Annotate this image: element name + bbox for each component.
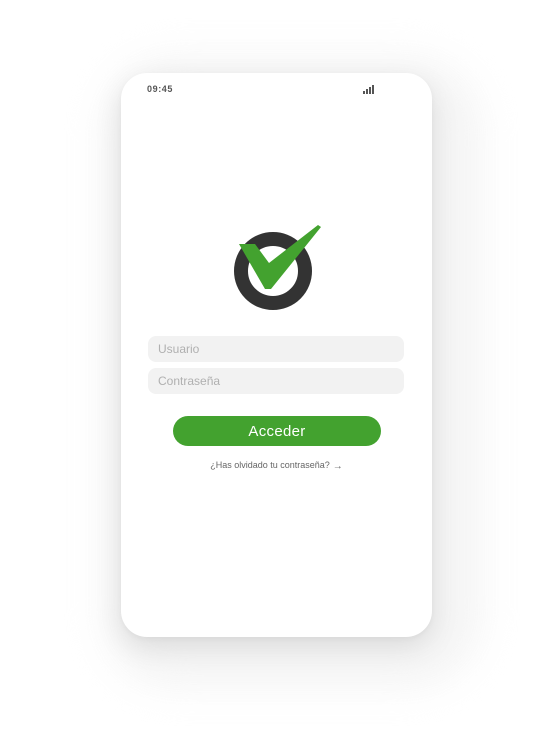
arrow-right-icon: → <box>332 461 343 472</box>
forgot-password-link[interactable]: ¿Has olvidado tu contraseña? → <box>210 460 343 472</box>
username-input[interactable] <box>148 336 404 362</box>
login-button[interactable]: Acceder <box>173 416 381 446</box>
password-input[interactable] <box>148 368 404 394</box>
checkmark-circle-logo <box>234 225 321 310</box>
forgot-password-text: ¿Has olvidado tu contraseña? <box>210 460 330 470</box>
stage: 09:45 Acceder ¿Has olvidado tu contraseñ… <box>0 0 558 733</box>
status-time: 09:45 <box>147 84 174 94</box>
phone-screen: 09:45 Acceder ¿Has olvidado tu contraseñ… <box>121 73 432 637</box>
status-bar: 09:45 <box>121 73 432 103</box>
forgot-password-row: ¿Has olvidado tu contraseña? → <box>121 460 432 472</box>
signal-bars-icon <box>363 85 374 94</box>
